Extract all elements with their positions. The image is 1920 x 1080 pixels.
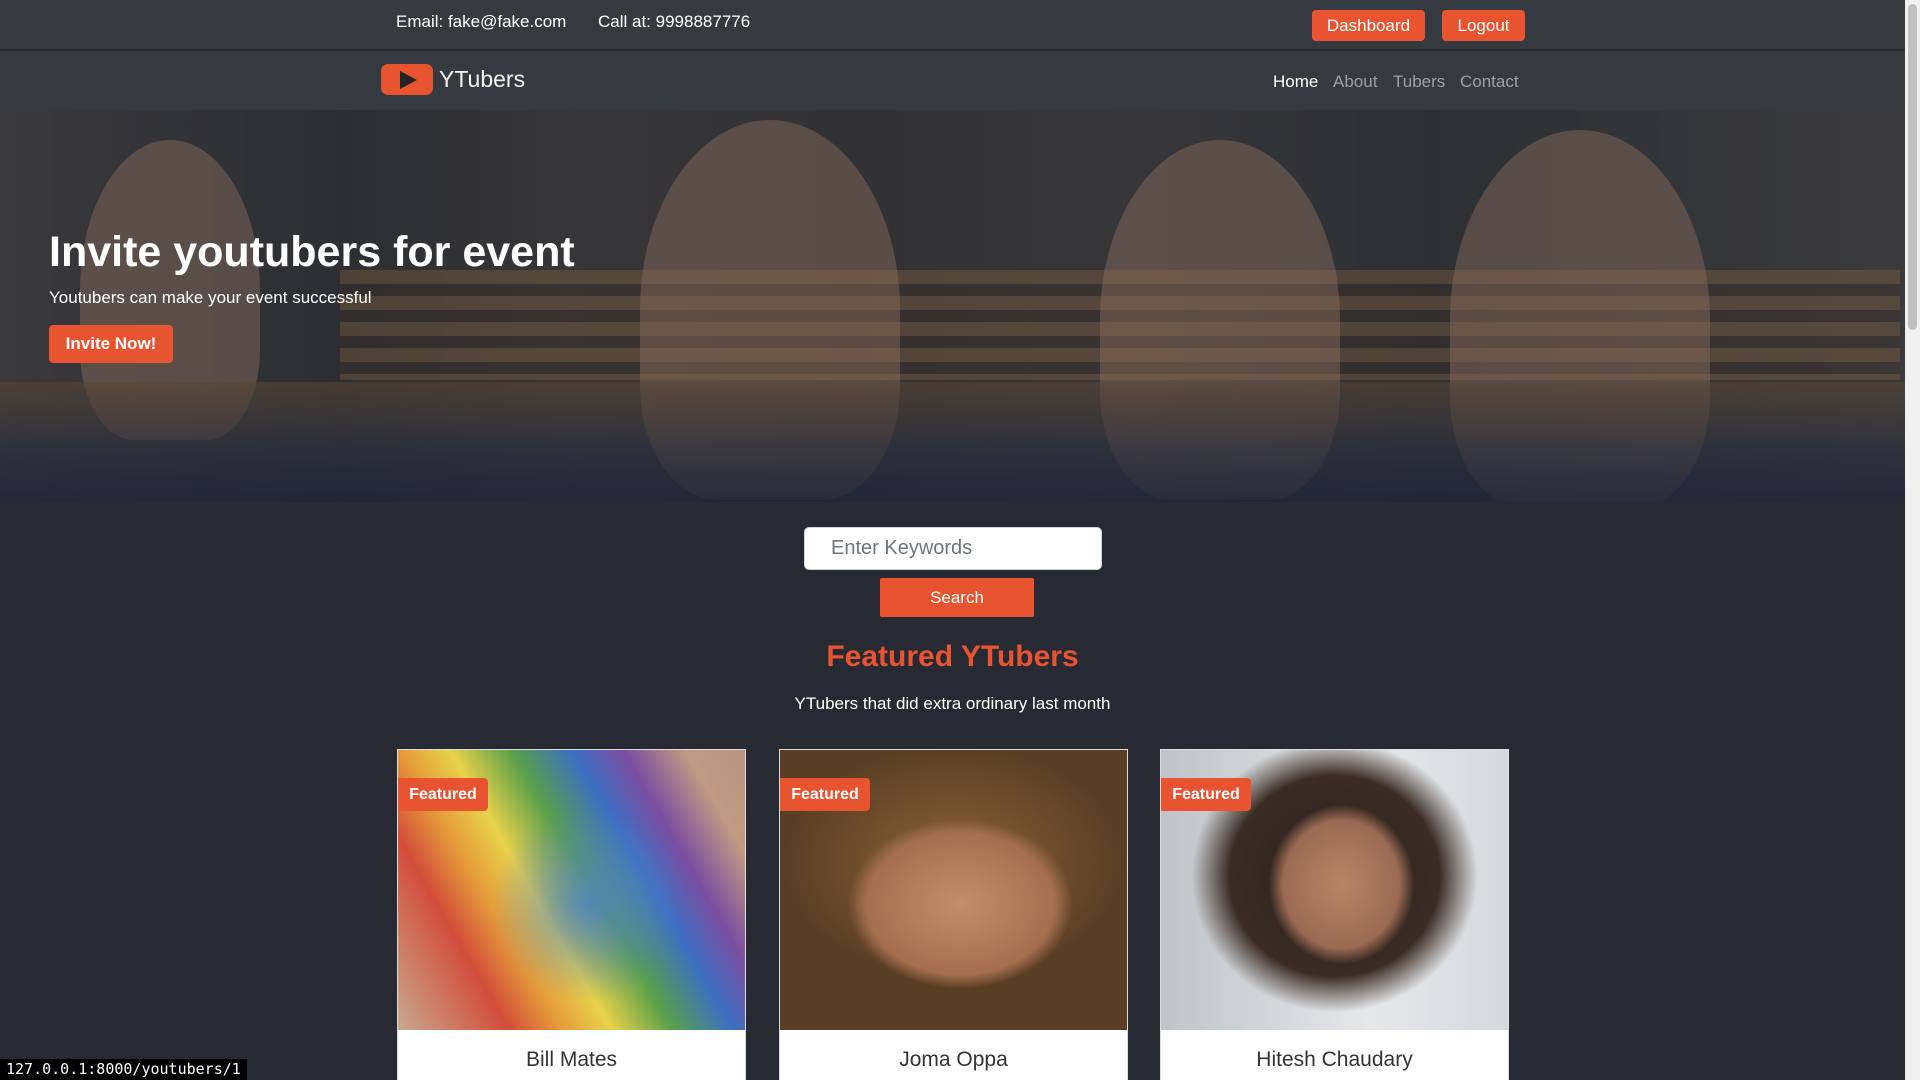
hero-title: Invite youtubers for event [49, 228, 575, 276]
main-navbar: YTubers Home About Tubers Contact [0, 51, 1905, 110]
invite-now-button[interactable]: Invite Now! [49, 325, 173, 363]
dashboard-button[interactable]: Dashboard [1312, 10, 1425, 41]
brand-name: YTubers [439, 66, 526, 92]
youtuber-card[interactable]: Featured Bill Mates [397, 749, 746, 1080]
featured-badge: Featured [780, 778, 870, 811]
featured-section-title: Featured YTubers [826, 640, 1079, 673]
page-scrollbar[interactable] [1905, 0, 1920, 1080]
contact-phone: Call at: 9998887776 [598, 12, 751, 31]
youtuber-card[interactable]: Featured Hitesh Chaudary [1160, 749, 1509, 1080]
logout-button[interactable]: Logout [1442, 10, 1525, 41]
youtuber-name[interactable]: Hitesh Chaudary [1161, 1048, 1508, 1072]
hero-subtitle: Youtubers can make your event successful [49, 288, 372, 307]
play-icon [381, 64, 433, 95]
hero-background-floor [0, 382, 1905, 502]
search-button[interactable]: Search [880, 578, 1034, 617]
youtuber-name[interactable]: Bill Mates [398, 1048, 745, 1072]
top-bar: Email: fake@fake.com Call at: 9998887776… [0, 0, 1905, 50]
featured-badge: Featured [1161, 778, 1251, 811]
nav-link-home[interactable]: Home [1273, 72, 1318, 92]
brand-logo-link[interactable]: YTubers [381, 64, 525, 95]
featured-badge: Featured [398, 778, 488, 811]
hero-banner: Invite youtubers for event Youtubers can… [0, 110, 1905, 502]
keyword-search-input[interactable] [804, 527, 1102, 570]
nav-link-contact[interactable]: Contact [1460, 72, 1519, 92]
nav-link-tubers[interactable]: Tubers [1393, 72, 1445, 92]
nav-link-about[interactable]: About [1333, 72, 1377, 92]
link-preview-status: 127.0.0.1:8000/youtubers/1 [0, 1059, 247, 1080]
contact-email: Email: fake@fake.com [396, 12, 567, 31]
youtuber-card[interactable]: Featured Joma Oppa [779, 749, 1128, 1080]
youtuber-name[interactable]: Joma Oppa [780, 1048, 1127, 1072]
featured-section-subtitle: YTubers that did extra ordinary last mon… [794, 694, 1111, 713]
scrollbar-thumb[interactable] [1908, 4, 1917, 330]
